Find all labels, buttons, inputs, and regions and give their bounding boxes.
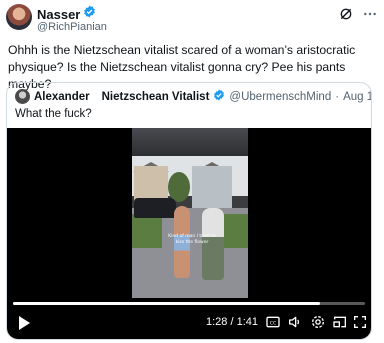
progress-bar[interactable] bbox=[13, 302, 365, 305]
svg-text:CC: CC bbox=[270, 320, 277, 326]
video-player[interactable]: Kind of man I tried to kiss the flower 1… bbox=[7, 128, 371, 339]
lawn bbox=[224, 214, 248, 248]
quoted-author-name-2[interactable]: Nietzschean Vitalist bbox=[102, 91, 210, 103]
quoted-header: Alexander Nietzschean Vitalist @Ubermens… bbox=[15, 89, 371, 104]
separator-dot: · bbox=[335, 90, 340, 103]
header-actions bbox=[338, 6, 378, 27]
quoted-date[interactable]: Aug 13 bbox=[343, 91, 371, 103]
verified-badge-icon bbox=[213, 89, 225, 104]
post-header: Nasser @RichPianian bbox=[6, 4, 378, 36]
video-caption: Kind of man I tried to kiss the flower bbox=[168, 234, 216, 245]
volume-icon[interactable] bbox=[287, 314, 303, 335]
garage-ceiling bbox=[132, 128, 248, 156]
author-avatar[interactable] bbox=[6, 4, 32, 30]
grok-icon[interactable] bbox=[338, 6, 354, 27]
time-display: 1:28 / 1:41 bbox=[206, 316, 258, 328]
play-icon[interactable] bbox=[17, 315, 31, 336]
captions-icon[interactable]: CC bbox=[265, 314, 281, 335]
pip-icon[interactable] bbox=[332, 314, 348, 335]
progress-fill bbox=[13, 302, 320, 305]
quoted-handle[interactable]: @UbermenschMind bbox=[229, 91, 331, 103]
quoted-author-name[interactable]: Alexander bbox=[34, 91, 90, 103]
quoted-text: What the fuck? bbox=[15, 108, 92, 120]
video-frame: Kind of man I tried to kiss the flower bbox=[132, 128, 248, 298]
more-icon[interactable] bbox=[362, 6, 378, 27]
author-name[interactable]: Nasser bbox=[37, 7, 80, 22]
video-controls: 1:28 / 1:41 CC bbox=[7, 312, 371, 334]
lawn bbox=[132, 214, 162, 248]
car bbox=[134, 198, 176, 218]
fullscreen-icon[interactable] bbox=[352, 314, 368, 335]
quoted-post[interactable]: Alexander Nietzschean Vitalist @Ubermens… bbox=[6, 82, 372, 340]
house bbox=[192, 166, 232, 210]
author-handle[interactable]: @RichPianian bbox=[37, 21, 107, 33]
settings-icon[interactable] bbox=[310, 314, 326, 335]
quoted-avatar[interactable] bbox=[15, 89, 30, 104]
